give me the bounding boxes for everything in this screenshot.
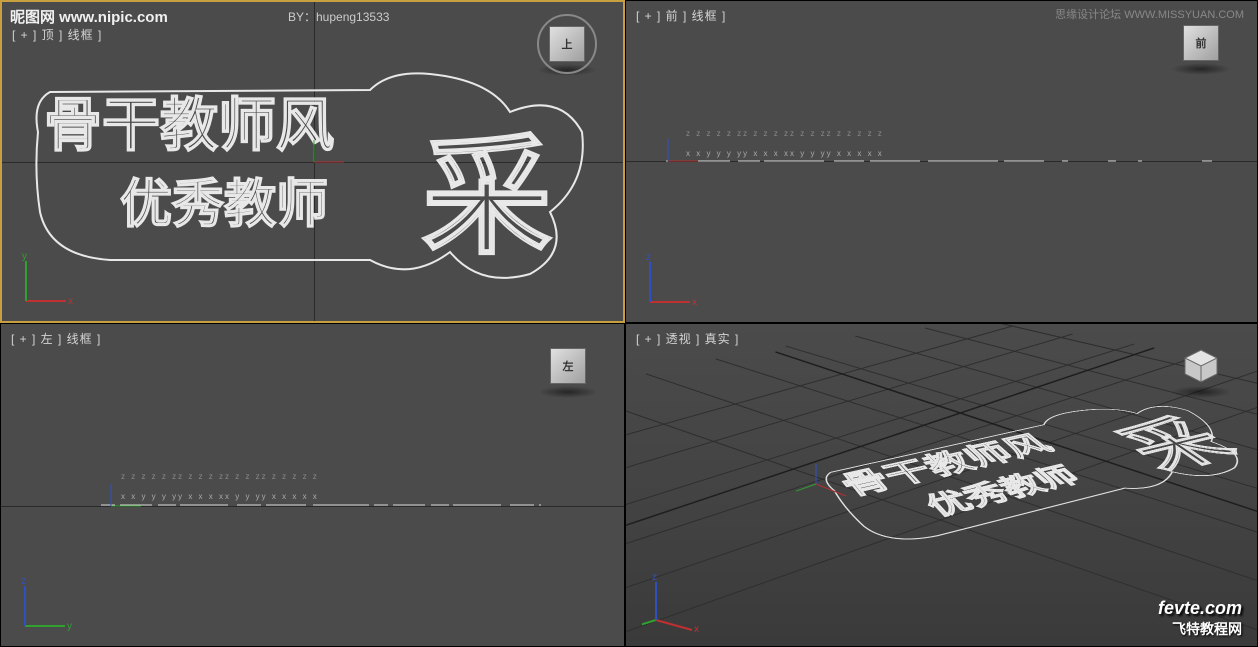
viewcube-face[interactable]: 前	[1183, 25, 1219, 61]
world-axis-top	[292, 140, 352, 200]
svg-text:y: y	[22, 251, 27, 262]
viewcube-shadow	[538, 386, 598, 398]
world-axis-front	[646, 139, 706, 199]
viewcube-iso-icon	[1181, 346, 1221, 386]
viewcube-left[interactable]: 左	[542, 340, 594, 392]
object-markers-left-z: z z z z z zz z z z zz z z zz z z z z z	[121, 472, 541, 481]
author-watermark: BY：hupeng13533	[288, 8, 389, 25]
axis-gizmo-top: x y	[18, 249, 78, 309]
viewcube-shadow	[1171, 386, 1231, 398]
object-markers-front-z: z z z z z zz z z z zz z z zz z z z z z	[686, 129, 1226, 138]
viewcube-top[interactable]: 上	[541, 18, 593, 70]
svg-text:x: x	[694, 624, 699, 634]
site-watermark: 昵图网 www.nipic.com	[10, 6, 168, 27]
viewport-label-top[interactable]: [ + ] 顶 ] 线框 ]	[12, 26, 102, 43]
spline-edges-front	[666, 156, 1236, 166]
axis-gizmo-left: y z	[17, 574, 77, 634]
viewport-label-front[interactable]: [ + ] 前 ] 线框 ]	[636, 7, 726, 24]
viewport-top[interactable]: [ + ] 顶 ] 线框 ] 骨干教师风 采 优秀教师 x y	[0, 0, 625, 323]
world-axis-left	[89, 484, 149, 544]
svg-text:z: z	[652, 574, 657, 583]
viewport-front[interactable]: [ + ] 前 ] 线框 ] z z z z z zz z z z zz z z…	[625, 0, 1258, 323]
svg-text:y: y	[67, 621, 72, 632]
scene-text-line1: 骨干教师风	[44, 78, 334, 162]
viewcube-persp[interactable]	[1175, 340, 1227, 392]
logo-line1: fevte.com	[1158, 598, 1242, 619]
logo-line2: 飞特教程网	[1158, 619, 1242, 639]
svg-text:x: x	[68, 296, 73, 307]
axis-gizmo-front: x z	[642, 250, 702, 310]
viewcube-face[interactable]: 左	[550, 348, 586, 384]
forum-watermark: 思缘设计论坛 WWW.MISSYUAN.COM	[1055, 6, 1244, 22]
axis-gizmo-persp: x y z	[642, 574, 702, 634]
svg-text:z: z	[646, 252, 651, 263]
world-axis-persp	[796, 464, 856, 524]
bottom-logo: fevte.com 飞特教程网	[1158, 598, 1242, 639]
svg-text:x: x	[692, 297, 697, 308]
viewcube-front[interactable]: 前	[1175, 17, 1227, 69]
spline-edges-left	[101, 500, 541, 510]
viewport-left[interactable]: [ + ] 左 ] 线框 ] z z z z z zz z z z zz z z…	[0, 323, 625, 647]
viewport-label-left[interactable]: [ + ] 左 ] 线框 ]	[11, 330, 101, 347]
viewport-label-persp[interactable]: [ + ] 透视 ] 真实 ]	[636, 330, 739, 347]
viewcube-shadow	[1171, 63, 1231, 75]
viewport-grid: [ + ] 顶 ] 线框 ] 骨干教师风 采 优秀教师 x y	[0, 0, 1258, 647]
scene-text-big: 采	[422, 92, 552, 280]
svg-text:z: z	[21, 576, 26, 587]
viewcube-face[interactable]: 上	[549, 26, 585, 62]
